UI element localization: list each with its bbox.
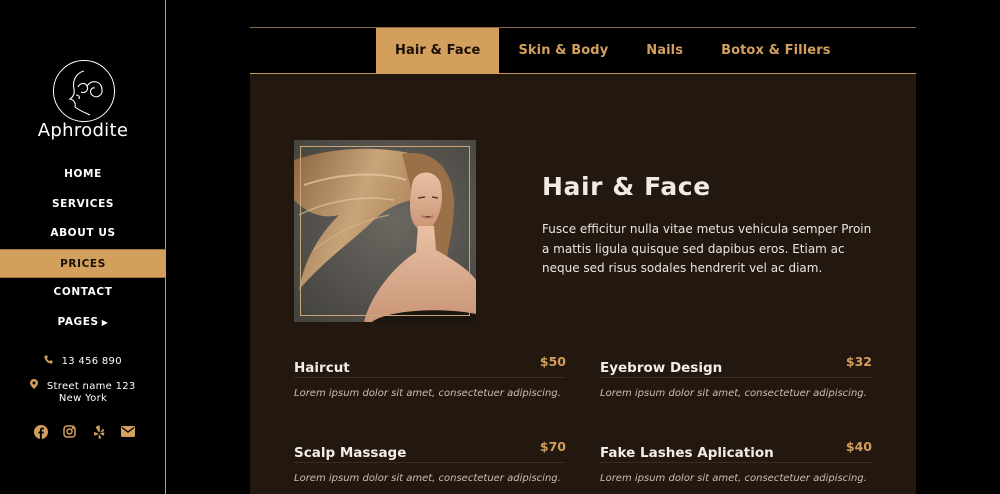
section-description: Fusce efficitur nulla vitae metus vehicu… xyxy=(542,222,872,275)
service-note: Lorem ipsum dolor sit amet, consectetuer… xyxy=(600,473,867,484)
price-item-scalp-massage: Scalp Massage $70 Lorem ipsum dolor sit … xyxy=(294,437,566,484)
nav-about-us[interactable]: ABOUT US xyxy=(0,219,166,249)
section-title: Hair & Face xyxy=(542,172,711,201)
nav-pages[interactable]: PAGES ▶ xyxy=(0,308,166,338)
nav-contact[interactable]: CONTACT xyxy=(0,278,166,308)
instagram-icon[interactable] xyxy=(62,424,77,439)
aphrodite-logo-icon[interactable] xyxy=(53,60,115,122)
tab-botox-fillers[interactable]: Botox & Fillers xyxy=(702,28,849,74)
nav-pages-label: PAGES xyxy=(57,315,99,328)
category-tabbar: Hair & Face Skin & Body Nails Botox & Fi… xyxy=(250,28,916,74)
phone-info: 13 456 890 xyxy=(0,355,166,367)
nav-prices[interactable]: PRICES xyxy=(0,248,166,278)
chevron-right-icon: ▶ xyxy=(101,317,109,327)
main-nav: HOME SERVICES ABOUT US PRICES CONTACT PA… xyxy=(0,160,166,337)
nav-services[interactable]: SERVICES xyxy=(0,190,166,220)
phone-icon xyxy=(44,355,56,367)
service-note: Lorem ipsum dolor sit amet, consectetuer… xyxy=(294,388,561,399)
yelp-icon[interactable] xyxy=(91,424,106,439)
service-note: Lorem ipsum dolor sit amet, consectetuer… xyxy=(294,473,561,484)
address-street: Street name 123 xyxy=(46,381,136,392)
email-icon[interactable] xyxy=(120,424,135,439)
service-name: Fake Lashes Aplication xyxy=(600,445,774,461)
tab-hair-face[interactable]: Hair & Face xyxy=(376,28,500,74)
service-note: Lorem ipsum dolor sit amet, consectetuer… xyxy=(600,388,867,399)
service-price: $70 xyxy=(539,439,566,454)
nav-home[interactable]: HOME xyxy=(0,160,166,190)
service-name: Eyebrow Design xyxy=(600,360,723,376)
price-row: Scalp Massage $70 xyxy=(294,437,566,463)
service-name: Haircut xyxy=(294,360,350,376)
phone-number: 13 456 890 xyxy=(61,356,122,367)
tab-skin-body[interactable]: Skin & Body xyxy=(499,28,627,74)
price-row: Eyebrow Design $32 xyxy=(600,352,872,378)
category-tabs: Hair & Face Skin & Body Nails Botox & Fi… xyxy=(376,28,850,74)
service-name: Scalp Massage xyxy=(294,445,407,461)
sidebar: Aphrodite HOME SERVICES ABOUT US PRICES … xyxy=(0,0,166,494)
price-row: Haircut $50 xyxy=(294,352,566,378)
service-price: $40 xyxy=(845,439,872,454)
price-item-fake-lashes: Fake Lashes Aplication $40 Lorem ipsum d… xyxy=(600,437,872,484)
price-item-haircut: Haircut $50 Lorem ipsum dolor sit amet, … xyxy=(294,352,566,399)
prices-panel: Hair & Face Fusce efficitur nulla vitae … xyxy=(250,74,916,494)
service-price: $50 xyxy=(539,354,566,369)
price-item-eyebrow-design: Eyebrow Design $32 Lorem ipsum dolor sit… xyxy=(600,352,872,399)
hair-model-image xyxy=(294,140,476,322)
social-links xyxy=(33,424,135,439)
tab-nails[interactable]: Nails xyxy=(627,28,702,74)
location-pin-icon xyxy=(30,379,41,392)
price-row: Fake Lashes Aplication $40 xyxy=(600,437,872,463)
address-line-1: Street name 123 xyxy=(0,379,166,392)
address-city: New York xyxy=(58,393,108,404)
facebook-icon[interactable] xyxy=(33,424,48,439)
brand-name: Aphrodite xyxy=(37,120,129,141)
service-price: $32 xyxy=(845,354,872,369)
photo-frame xyxy=(300,146,470,316)
